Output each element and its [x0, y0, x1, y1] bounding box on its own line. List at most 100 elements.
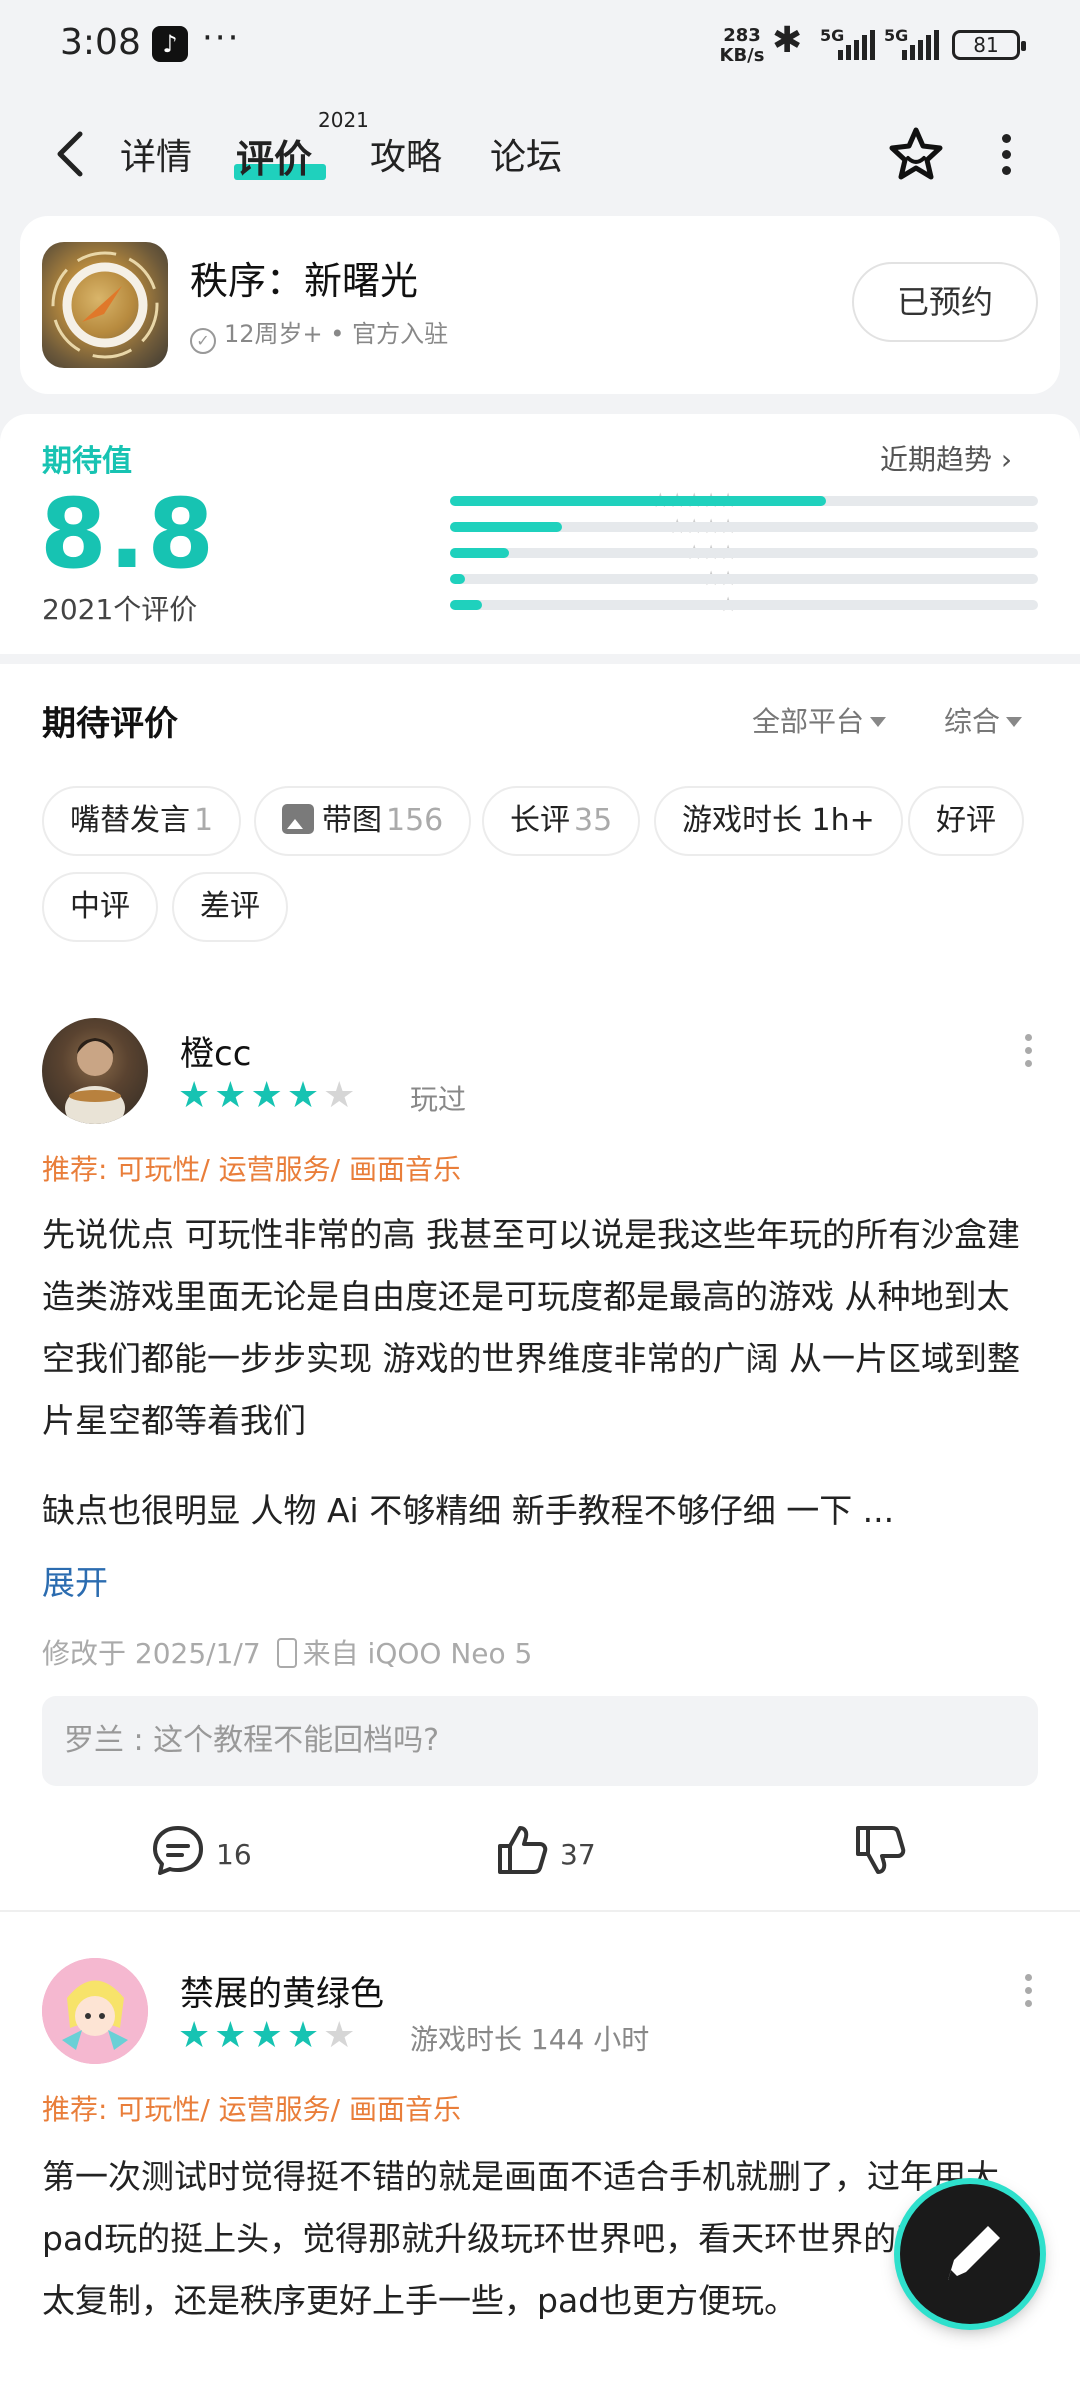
- section-divider: [0, 654, 1080, 664]
- review-username[interactable]: 橙cc: [180, 1026, 251, 1075]
- chip-playtime[interactable]: 游戏时长 1h+: [654, 786, 903, 856]
- play-status: 游戏时长 144 小时: [410, 2023, 650, 2056]
- reviews-section-title: 期待评价: [42, 704, 178, 744]
- game-card[interactable]: 秩序：新曙光 ✓ 12周岁+ • 官方入驻 已预约: [20, 216, 1060, 394]
- tab-guides[interactable]: 攻略: [370, 128, 442, 180]
- stars-empty-icon: ★: [323, 1075, 360, 1116]
- chip-label: 嘴替发言: [70, 803, 190, 838]
- review-body[interactable]: 先说优点 可玩性非常的高 我甚至可以说是我这些年玩的所有沙盒建造类游戏里面无论是…: [42, 1204, 1042, 1452]
- sort-filter-label: 综合: [944, 705, 1001, 738]
- game-meta: ✓ 12周岁+ • 官方入驻: [190, 314, 448, 354]
- recent-trend-link[interactable]: 近期趋势 ›: [880, 438, 1012, 478]
- comment-button[interactable]: 16: [150, 1822, 252, 1878]
- rating-bar-5: ★★★★★: [300, 488, 1040, 514]
- signal-icon-1: [822, 30, 876, 60]
- comment-count: 16: [216, 1838, 252, 1871]
- sort-filter[interactable]: 综合: [944, 700, 1023, 740]
- rating-bar-2: ★★: [300, 566, 1040, 592]
- tab-details[interactable]: 详情: [120, 128, 192, 180]
- back-icon[interactable]: [50, 126, 90, 182]
- reply-preview[interactable]: 罗兰 : 这个教程不能回档吗?: [42, 1696, 1038, 1786]
- stars-empty-icon: ★: [323, 2015, 360, 2056]
- review-stars: ★★★★★: [178, 1076, 359, 1116]
- chip-positive[interactable]: 好评: [908, 786, 1024, 856]
- bluetooth-icon: ✱: [772, 20, 803, 61]
- verified-check-icon: ✓: [190, 328, 216, 354]
- recommend-tags: 推荐: 可玩性/ 运营服务/ 画面音乐: [42, 2093, 462, 2126]
- play-status: 玩过: [410, 1083, 467, 1116]
- review-more-icon[interactable]: [1020, 1034, 1036, 1073]
- signal-icon-2: [886, 30, 942, 60]
- game-title: 秩序：新曙光: [190, 259, 419, 303]
- review-meta: 修改于 2025/1/7 来自 iQOO Neo 5: [42, 1632, 532, 1672]
- comment-icon: [153, 1826, 203, 1875]
- platform-filter[interactable]: 全部平台: [752, 700, 887, 740]
- tab-forum[interactable]: 论坛: [490, 128, 562, 180]
- review-divider: [0, 1910, 1080, 1912]
- rating-score: 8.8: [40, 478, 217, 590]
- chip-long-review[interactable]: 长评 35: [482, 786, 641, 856]
- status-bar: 3:08 ♪ ··· 283 KB/s ✱ 5G 5G 81: [0, 0, 1080, 100]
- rating-bar-4: ★★★★: [300, 514, 1040, 540]
- network-speed: 283 KB/s: [712, 26, 772, 66]
- chip-label: 游戏时长 1h+: [682, 803, 875, 838]
- thumbs-up-icon: [498, 1826, 548, 1874]
- more-options-icon[interactable]: [998, 134, 1014, 175]
- chevron-right-icon: ›: [1000, 443, 1013, 476]
- network-speed-unit: KB/s: [719, 45, 765, 66]
- avatar[interactable]: [42, 1958, 148, 2064]
- dropdown-arrow-icon: [870, 717, 887, 727]
- avatar[interactable]: [42, 1018, 148, 1124]
- chip-with-image[interactable]: 带图 156: [254, 786, 472, 856]
- like-button[interactable]: 37: [494, 1822, 596, 1878]
- tab-reviews-count: 2021: [318, 108, 369, 132]
- expand-link[interactable]: 展开: [42, 1556, 108, 1604]
- stars-filled-icon: ★★★★: [178, 1075, 324, 1116]
- rating-bar-3: ★★★: [300, 540, 1040, 566]
- like-count: 37: [560, 1838, 596, 1871]
- age-rating: 12周岁+: [224, 320, 323, 348]
- write-review-button[interactable]: [900, 2184, 1040, 2324]
- favorite-star-icon[interactable]: [884, 122, 948, 186]
- expectation-title: 期待值: [42, 444, 132, 479]
- chip-label: 好评: [936, 803, 996, 838]
- review-stars: ★★★★★: [178, 2016, 359, 2056]
- pencil-icon: [948, 2226, 1000, 2280]
- chip-label: 差评: [200, 889, 260, 924]
- chip-negative[interactable]: 差评: [172, 872, 288, 942]
- game-logo: [42, 242, 168, 368]
- image-icon: [282, 804, 314, 834]
- more-notifications-icon: ···: [202, 18, 241, 58]
- reserved-button[interactable]: 已预约: [852, 262, 1038, 342]
- rating-bar-1: ★: [300, 592, 1040, 618]
- platform-filter-label: 全部平台: [752, 705, 865, 738]
- rating-count: 2021个评价: [42, 593, 198, 626]
- review-more-icon[interactable]: [1020, 1974, 1036, 2013]
- edited-date: 修改于 2025/1/7: [42, 1637, 261, 1670]
- thumbs-down-icon: [856, 1826, 906, 1874]
- tab-reviews[interactable]: 评价: [236, 128, 312, 183]
- dislike-button[interactable]: [852, 1822, 918, 1878]
- chip-label: 长评: [510, 803, 570, 838]
- dropdown-arrow-icon: [1006, 717, 1023, 727]
- chip-count: 1: [194, 803, 214, 838]
- meta-separator: •: [330, 320, 345, 348]
- chip-count: 156: [386, 803, 444, 838]
- official-label: 官方入驻: [352, 320, 449, 348]
- rating-panel: 期待值 8.8 2021个评价 近期趋势 › ★★★★★ ★★★★ ★★★ ★★…: [0, 414, 1080, 654]
- chip-label: 带图: [322, 803, 382, 838]
- chip-count: 35: [574, 803, 613, 838]
- chip-quote[interactable]: 嘴替发言 1: [42, 786, 242, 856]
- battery-icon: 81: [952, 30, 1026, 60]
- network-speed-value: 283: [723, 25, 761, 46]
- phone-icon: [276, 1638, 297, 1668]
- device-label: 来自 iQOO Neo 5: [302, 1637, 533, 1670]
- review-username[interactable]: 禁展的黄绿色: [180, 1966, 384, 2015]
- top-navigation: 详情 评价 2021 攻略 论坛: [0, 100, 1080, 210]
- rating-distribution: ★★★★★ ★★★★ ★★★ ★★ ★: [300, 488, 1040, 638]
- tiktok-notification-icon: ♪: [152, 26, 188, 62]
- review-body[interactable]: 第一次测试时觉得挺不错的就是画面不适合手机就删了，过年用大pad玩的挺上头，觉得…: [42, 2146, 1042, 2332]
- status-time: 3:08: [60, 22, 141, 63]
- review-body-continued[interactable]: 缺点也很明显 人物 Ai 不够精细 新手教程不够仔细 一下 ...: [42, 1480, 1042, 1542]
- chip-neutral[interactable]: 中评: [42, 872, 158, 942]
